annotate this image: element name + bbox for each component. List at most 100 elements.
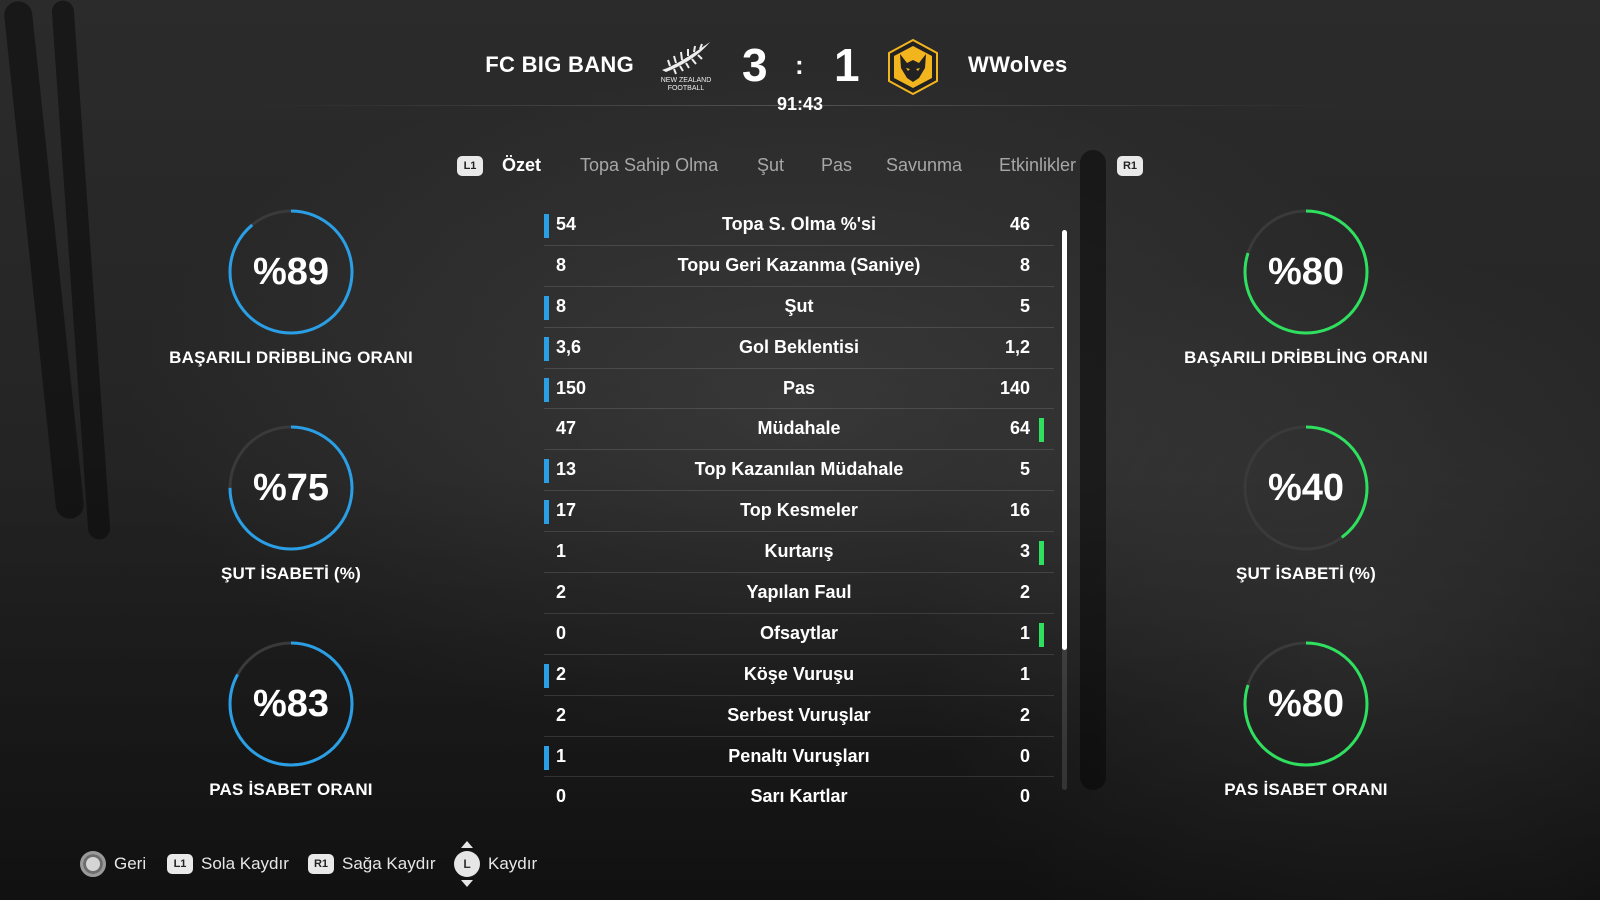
away-score: 1 bbox=[834, 39, 860, 91]
left-stick-icon: L bbox=[454, 841, 480, 887]
stat-name: Topu Geri Kazanma (Saniye) bbox=[677, 254, 921, 275]
stat-row: 8 Topu Geri Kazanma (Saniye) 8 bbox=[544, 246, 1054, 287]
scoreboard: FC BIG BANG NEW ZEALAND FOOTBALL 3 : 1 W… bbox=[0, 30, 1600, 120]
tab-savunma[interactable]: Savunma bbox=[886, 155, 962, 176]
scroll-left-label: Sola Kaydır bbox=[201, 854, 289, 873]
stat-row: 17 Top Kesmeler 16 bbox=[544, 491, 1054, 533]
scrollbar-thumb[interactable] bbox=[1062, 230, 1067, 650]
away-team-crest bbox=[884, 38, 942, 96]
scroll-right-label: Sağa Kaydır bbox=[342, 854, 436, 873]
away-stat-value: 16 bbox=[1009, 500, 1030, 521]
score-separator: : bbox=[795, 50, 804, 80]
gauge-label: ŞUT İSABETİ (%) bbox=[221, 564, 361, 583]
away-stat-value: 5 bbox=[1019, 459, 1030, 480]
away-stat-value: 1,2 bbox=[1004, 336, 1030, 357]
gauge-value: %40 bbox=[1267, 467, 1345, 509]
away-stat-value: 5 bbox=[1019, 295, 1030, 316]
scroll-right-hint[interactable]: R1 Sağa Kaydır bbox=[308, 850, 436, 878]
stat-name: Köşe Vuruşu bbox=[743, 663, 855, 684]
stat-row: 47 Müdahale 64 bbox=[544, 409, 1054, 451]
stat-name: Gol Beklentisi bbox=[738, 336, 860, 357]
circle-button-icon bbox=[80, 851, 106, 877]
stat-name: Serbest Vuruşlar bbox=[727, 704, 871, 725]
stat-name: Kurtarış bbox=[764, 541, 834, 562]
scroll-label: Kaydır bbox=[488, 854, 538, 873]
tab-sut[interactable]: Şut bbox=[757, 155, 784, 176]
stat-name: Penaltı Vuruşları bbox=[728, 745, 870, 766]
away-stat-value: 2 bbox=[1019, 704, 1030, 725]
gauge-value: %75 bbox=[252, 467, 330, 509]
gauge-label: PAS İSABET ORANI bbox=[1224, 780, 1388, 799]
stat-name: Top Kesmeler bbox=[740, 500, 858, 521]
button-hints: Geri L1 Sola Kaydır R1 Sağa Kaydır L Kay… bbox=[0, 841, 1600, 890]
away-stat-value: 64 bbox=[1009, 418, 1030, 439]
stats-tabs: L1 Özet Topa Sahip Olma Şut Pas Savunma … bbox=[0, 152, 1600, 184]
home-pass-accuracy-gauge: %83 PAS İSABET ORANI bbox=[161, 640, 421, 800]
home-score: 3 bbox=[742, 39, 768, 91]
stats-table[interactable]: 54 Topa S. Olma %'si 46 8 Topu Geri Kazanma… bbox=[544, 205, 1054, 815]
away-stat-value: 3 bbox=[1019, 541, 1030, 562]
gauge-label: PAS İSABET ORANI bbox=[209, 780, 373, 799]
stat-name: Şut bbox=[784, 295, 814, 316]
stat-row: 2 Yapılan Faul 2 bbox=[544, 573, 1054, 614]
stat-name: Ofsaytlar bbox=[759, 622, 839, 643]
away-stat-value: 0 bbox=[1019, 786, 1030, 807]
away-stat-value: 140 bbox=[999, 377, 1030, 398]
gauge-label: BAŞARILI DRİBBLİNG ORANI bbox=[1184, 348, 1428, 367]
back-label: Geri bbox=[114, 854, 147, 873]
gauge-label: BAŞARILI DRİBBLİNG ORANI bbox=[169, 348, 413, 367]
stat-name: Müdahale bbox=[757, 418, 841, 439]
scroll-left-hint[interactable]: L1 Sola Kaydır bbox=[167, 850, 289, 878]
away-pass-accuracy-gauge: %80 PAS İSABET ORANI bbox=[1176, 640, 1436, 800]
scroll-hint[interactable]: L Kaydır bbox=[454, 841, 538, 887]
stat-row: 8 Şut 5 bbox=[544, 287, 1054, 328]
stat-row: 150 Pas 140 bbox=[544, 369, 1054, 410]
l1-button-icon: L1 bbox=[167, 854, 193, 874]
stat-row: 1 Penaltı Vuruşları 0 bbox=[544, 737, 1054, 778]
arrow-up-icon bbox=[461, 841, 473, 848]
svg-text:FOOTBALL: FOOTBALL bbox=[668, 85, 705, 92]
tab-etkinlikler[interactable]: Etkinlikler bbox=[999, 155, 1076, 176]
away-stat-value: 46 bbox=[1009, 214, 1030, 234]
stat-row: 0 Ofsaytlar 1 bbox=[544, 614, 1054, 655]
stat-row: 54 Topa S. Olma %'si 46 bbox=[544, 205, 1054, 246]
stat-name: Sarı Kartlar bbox=[750, 786, 848, 807]
stat-row: 2 Köşe Vuruşu 1 bbox=[544, 655, 1054, 696]
stat-row: 13 Top Kazanılan Müdahale 5 bbox=[544, 450, 1054, 492]
away-shot-accuracy-gauge: %40 ŞUT İSABETİ (%) bbox=[1176, 424, 1436, 584]
away-stat-value: 1 bbox=[1019, 622, 1030, 643]
stat-name: Topa S. Olma %'si bbox=[722, 214, 876, 234]
gauge-value: %89 bbox=[252, 251, 330, 293]
tab-ozet[interactable]: Özet bbox=[502, 155, 541, 176]
stat-name: Pas bbox=[782, 377, 816, 398]
home-team-crest: NEW ZEALAND FOOTBALL bbox=[656, 36, 716, 92]
away-stat-value: 2 bbox=[1019, 582, 1030, 603]
away-stat-value: 8 bbox=[1019, 254, 1030, 275]
gauge-value: %83 bbox=[252, 683, 330, 725]
back-hint[interactable]: Geri bbox=[80, 850, 146, 878]
gauge-value: %80 bbox=[1267, 251, 1345, 293]
stat-row: 3,6 Gol Beklentisi 1,2 bbox=[544, 328, 1054, 369]
gauge-value: %80 bbox=[1267, 683, 1345, 725]
r1-button-icon: R1 bbox=[308, 854, 334, 874]
gauge-label: ŞUT İSABETİ (%) bbox=[1236, 564, 1376, 583]
stat-name: Yapılan Faul bbox=[746, 582, 852, 603]
svg-text:NEW ZEALAND: NEW ZEALAND bbox=[661, 77, 712, 84]
home-team-name: FC BIG BANG bbox=[485, 52, 634, 77]
home-shot-accuracy-gauge: %75 ŞUT İSABETİ (%) bbox=[161, 424, 421, 584]
tab-pas[interactable]: Pas bbox=[821, 155, 852, 176]
l1-button-icon[interactable]: L1 bbox=[457, 156, 483, 176]
stats-scrollbar[interactable] bbox=[1062, 230, 1067, 790]
away-stat-value: 0 bbox=[1019, 745, 1030, 766]
away-stat-value: 1 bbox=[1019, 663, 1030, 684]
stat-row: 1 Kurtarış 3 bbox=[544, 532, 1054, 574]
home-dribbling-gauge: %89 BAŞARILI DRİBBLİNG ORANI bbox=[161, 208, 421, 368]
r1-button-icon[interactable]: R1 bbox=[1117, 156, 1143, 176]
stat-name: Top Kazanılan Müdahale bbox=[694, 459, 904, 480]
arrow-down-icon bbox=[461, 880, 473, 887]
stat-row: 0 Sarı Kartlar 0 bbox=[544, 777, 1054, 815]
header-divider bbox=[240, 105, 1360, 106]
tab-topa-sahip-olma[interactable]: Topa Sahip Olma bbox=[580, 155, 718, 176]
stat-row: 2 Serbest Vuruşlar 2 bbox=[544, 696, 1054, 737]
away-dribbling-gauge: %80 BAŞARILI DRİBBLİNG ORANI bbox=[1176, 208, 1436, 368]
